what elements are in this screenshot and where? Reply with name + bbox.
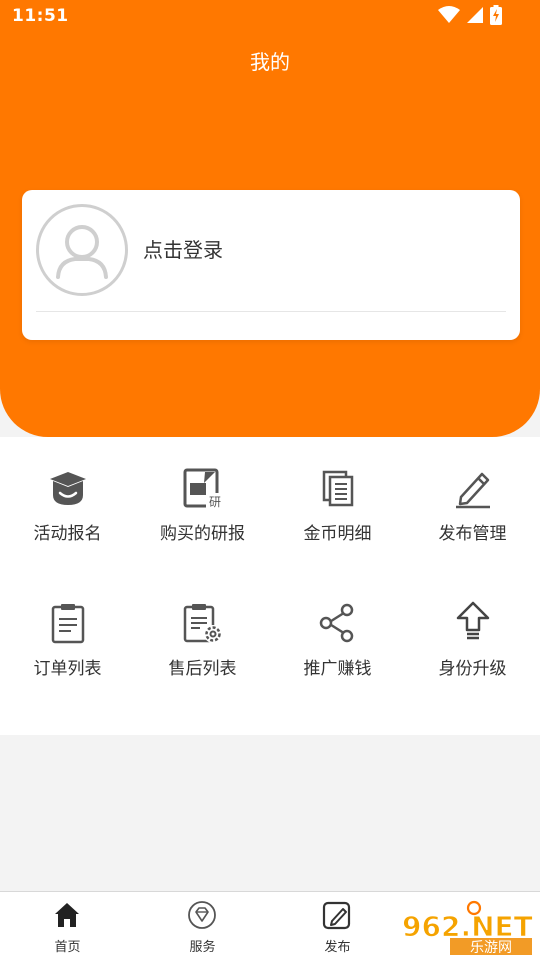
- clipboard-gear-icon: [183, 604, 222, 643]
- menu-item-purchased-reports[interactable]: 研 购买的研报: [135, 437, 270, 557]
- signal-icon: [467, 7, 483, 23]
- menu-label: 金币明细: [303, 524, 372, 544]
- status-time: 11:51: [12, 6, 69, 26]
- menu-item-identity-upgrade[interactable]: 身份升级: [405, 572, 540, 692]
- menu-label: 售后列表: [168, 659, 237, 679]
- svg-text:研: 研: [209, 495, 221, 509]
- status-bar: 11:51: [0, 0, 540, 34]
- arrow-up-icon: [456, 601, 490, 640]
- login-link[interactable]: 点击登录: [143, 234, 223, 263]
- tab-label: 首页: [54, 940, 81, 955]
- tab-publish[interactable]: 发布: [270, 892, 405, 961]
- user-avatar-icon: [56, 225, 108, 279]
- menu-grid: 活动报名 研 购买的研报 金币明细 发布管理 订单列表 售后列表 推广赚钱 身份…: [0, 437, 540, 735]
- tab-home[interactable]: 首页: [0, 892, 135, 961]
- tab-label: 服务: [189, 940, 216, 955]
- profile-card[interactable]: 点击登录: [22, 190, 520, 340]
- tab-services[interactable]: 服务: [135, 892, 270, 961]
- menu-label: 发布管理: [438, 524, 507, 544]
- home-icon: [55, 903, 79, 927]
- share-icon: [319, 603, 354, 643]
- documents-icon: [322, 470, 354, 507]
- tab-label: 发布: [324, 940, 351, 955]
- menu-item-publish-management[interactable]: 发布管理: [405, 437, 540, 557]
- menu-label: 订单列表: [33, 659, 102, 679]
- avatar[interactable]: [36, 204, 128, 296]
- menu-label: 身份升级: [438, 659, 507, 679]
- battery-icon: [490, 5, 502, 25]
- menu-label: 推广赚钱: [303, 659, 372, 679]
- menu-label: 活动报名: [33, 524, 102, 544]
- wifi-icon: [438, 6, 460, 23]
- menu-item-after-sales-list[interactable]: 售后列表: [135, 572, 270, 692]
- menu-item-activity-signup[interactable]: 活动报名: [0, 437, 135, 557]
- research-report-icon: 研: [183, 468, 224, 509]
- diamond-icon: [188, 901, 216, 929]
- clipboard-list-icon: [51, 604, 85, 644]
- divider: [36, 311, 506, 312]
- status-icons: [438, 5, 502, 25]
- graduation-cap-icon: [50, 472, 86, 505]
- pencil-icon: [456, 472, 490, 509]
- watermark-text: 乐游网: [470, 940, 512, 956]
- edit-icon: [322, 901, 351, 930]
- menu-label: 购买的研报: [160, 524, 245, 544]
- menu-item-coin-details[interactable]: 金币明细: [270, 437, 405, 557]
- empty-area: [0, 735, 540, 891]
- menu-item-promote-earn[interactable]: 推广赚钱: [270, 572, 405, 692]
- page-title: 我的: [250, 50, 290, 74]
- menu-item-order-list[interactable]: 订单列表: [0, 572, 135, 692]
- watermark-logo: 962.NET 乐游网: [402, 910, 534, 957]
